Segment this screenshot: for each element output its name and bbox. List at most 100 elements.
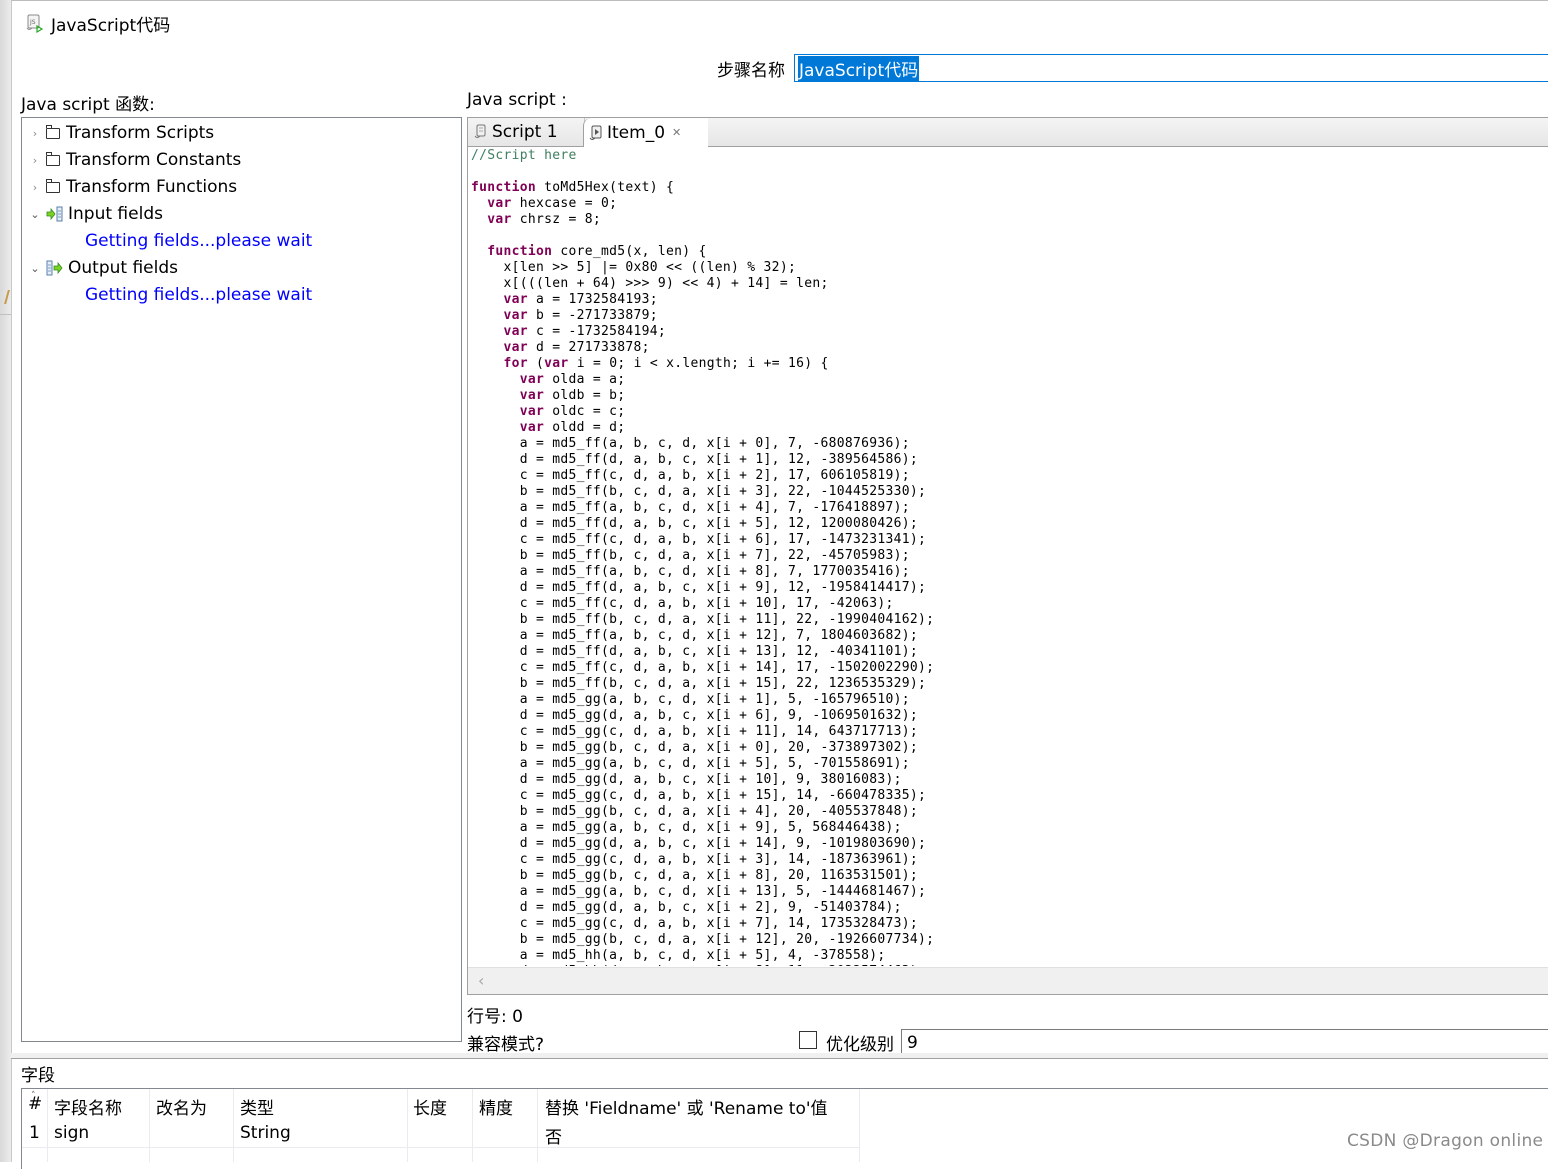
column-header-replace[interactable]: 替换 'Fieldname' 或 'Rename to'值 xyxy=(545,1094,828,1119)
code-line[interactable]: x[len >> 5] |= 0x80 << ((len) % 32); xyxy=(471,260,1548,276)
edge-divider xyxy=(0,314,11,315)
code-line[interactable]: d = md5_gg(d, a, b, c, x[i + 14], 9, -10… xyxy=(471,836,1548,852)
table-cell-index[interactable]: 1 xyxy=(29,1123,40,1143)
scroll-left-icon[interactable]: ‹ xyxy=(478,971,484,990)
code-line[interactable]: var chrsz = 8; xyxy=(471,212,1548,228)
code-line[interactable]: c = md5_gg(c, d, a, b, x[i + 11], 14, 64… xyxy=(471,724,1548,740)
step-name-value: JavaScript代码 xyxy=(798,55,920,81)
code-line[interactable]: c = md5_gg(c, d, a, b, x[i + 3], 14, -18… xyxy=(471,852,1548,868)
code-line[interactable]: c = md5_ff(c, d, a, b, x[i + 10], 17, -4… xyxy=(471,596,1548,612)
code-line[interactable]: a = md5_hh(a, b, c, d, x[i + 5], 4, -378… xyxy=(471,948,1548,964)
code-line[interactable]: a = md5_ff(a, b, c, d, x[i + 0], 7, -680… xyxy=(471,436,1548,452)
code-line[interactable]: c = md5_ff(c, d, a, b, x[i + 2], 17, 606… xyxy=(471,468,1548,484)
code-keyword: var xyxy=(519,404,545,419)
script-tab-strip: Script 1 Item_0 ✕ xyxy=(468,118,1548,147)
code-line[interactable]: b = md5_gg(b, c, d, a, x[i + 0], 20, -37… xyxy=(471,740,1548,756)
compatibility-mode-checkbox[interactable] xyxy=(799,1031,817,1049)
code-line[interactable]: c = md5_ff(c, d, a, b, x[i + 6], 17, -14… xyxy=(471,532,1548,548)
code-line[interactable]: function core_md5(x, len) { xyxy=(471,244,1548,260)
code-line[interactable]: a = md5_gg(a, b, c, d, x[i + 1], 5, -165… xyxy=(471,692,1548,708)
column-separator xyxy=(859,1089,860,1162)
chevron-right-icon[interactable]: › xyxy=(28,126,42,140)
tab-item-0[interactable]: Item_0 ✕ xyxy=(583,118,708,147)
code-line[interactable]: a = md5_ff(a, b, c, d, x[i + 12], 7, 180… xyxy=(471,628,1548,644)
edge-glyph xyxy=(4,290,10,304)
tab-label: Script 1 xyxy=(492,122,558,142)
functions-tree[interactable]: › Transform Scripts › Transform Constant… xyxy=(21,117,462,1042)
code-line[interactable]: d = md5_gg(d, a, b, c, x[i + 10], 9, 380… xyxy=(471,772,1548,788)
column-separator xyxy=(407,1089,408,1162)
code-line[interactable]: b = md5_ff(b, c, d, a, x[i + 11], 22, -1… xyxy=(471,612,1548,628)
code-line[interactable]: d = md5_ff(d, a, b, c, x[i + 5], 12, 120… xyxy=(471,516,1548,532)
column-header-field-name[interactable]: 字段名称 xyxy=(54,1094,122,1119)
horizontal-scrollbar[interactable]: ‹ xyxy=(468,967,1548,994)
code-line[interactable] xyxy=(471,164,1548,180)
step-name-input[interactable]: JavaScript代码 xyxy=(794,54,1548,82)
tree-item-input-fields[interactable]: ⌄ Input fields xyxy=(28,201,163,227)
tree-item-transform-functions[interactable]: › Transform Functions xyxy=(28,174,237,200)
code-line[interactable]: for (var i = 0; i < x.length; i += 16) { xyxy=(471,356,1548,372)
optimization-level-input[interactable]: 9 xyxy=(901,1029,1548,1055)
table-cell-type[interactable]: String xyxy=(240,1123,291,1143)
code-line[interactable]: d = md5_gg(d, a, b, c, x[i + 2], 9, -514… xyxy=(471,900,1548,916)
code-line[interactable]: a = md5_ff(a, b, c, d, x[i + 8], 7, 1770… xyxy=(471,564,1548,580)
code-line[interactable]: a = md5_gg(a, b, c, d, x[i + 9], 5, 5684… xyxy=(471,820,1548,836)
table-cell-replace[interactable]: 否 xyxy=(545,1123,562,1148)
code-line[interactable]: c = md5_ff(c, d, a, b, x[i + 14], 17, -1… xyxy=(471,660,1548,676)
code-line[interactable]: b = md5_ff(b, c, d, a, x[i + 7], 22, -45… xyxy=(471,548,1548,564)
code-line[interactable]: var oldd = d; xyxy=(471,420,1548,436)
code-line[interactable]: var oldc = c; xyxy=(471,404,1548,420)
close-tab-icon[interactable]: ✕ xyxy=(672,126,681,139)
code-line[interactable]: var a = 1732584193; xyxy=(471,292,1548,308)
code-line[interactable]: a = md5_gg(a, b, c, d, x[i + 5], 5, -701… xyxy=(471,756,1548,772)
code-line[interactable]: b = md5_gg(b, c, d, a, x[i + 12], 20, -1… xyxy=(471,932,1548,948)
chevron-down-icon[interactable]: ⌄ xyxy=(28,207,42,221)
tree-item-label: Transform Scripts xyxy=(66,123,215,143)
code-line[interactable]: var oldb = b; xyxy=(471,388,1548,404)
code-line[interactable]: a = md5_gg(a, b, c, d, x[i + 13], 5, -14… xyxy=(471,884,1548,900)
code-keyword: var xyxy=(544,356,569,371)
tree-item-output-fields[interactable]: ⌄ Output fields xyxy=(28,255,178,281)
tab-label: Item_0 xyxy=(607,122,666,143)
chevron-right-icon[interactable]: › xyxy=(28,153,42,167)
folder-icon xyxy=(46,124,60,139)
code-keyword: var xyxy=(503,340,528,355)
code-line[interactable]: var c = -1732584194; xyxy=(471,324,1548,340)
code-line[interactable]: var b = -271733879; xyxy=(471,308,1548,324)
code-line[interactable]: d = md5_gg(d, a, b, c, x[i + 6], 9, -106… xyxy=(471,708,1548,724)
optimization-level-label: 优化级别 xyxy=(826,1035,894,1055)
tree-item-transform-scripts[interactable]: › Transform Scripts xyxy=(28,120,214,146)
code-line[interactable]: x[(((len + 64) >>> 9) << 4) + 14] = len; xyxy=(471,276,1548,292)
code-line[interactable]: var olda = a; xyxy=(471,372,1548,388)
column-header-rename-to[interactable]: 改名为 xyxy=(156,1094,207,1119)
code-line[interactable]: var hexcase = 0; xyxy=(471,196,1548,212)
code-line[interactable]: a = md5_ff(a, b, c, d, x[i + 4], 7, -176… xyxy=(471,500,1548,516)
code-line[interactable]: d = md5_ff(d, a, b, c, x[i + 1], 12, -38… xyxy=(471,452,1548,468)
code-line[interactable] xyxy=(471,228,1548,244)
code-keyword: var xyxy=(487,212,512,227)
code-line[interactable]: b = md5_ff(b, c, d, a, x[i + 15], 22, 12… xyxy=(471,676,1548,692)
code-line[interactable]: b = md5_gg(b, c, d, a, x[i + 8], 20, 116… xyxy=(471,868,1548,884)
code-line[interactable]: c = md5_gg(c, d, a, b, x[i + 15], 14, -6… xyxy=(471,788,1548,804)
step-name-label: 步骤名称 xyxy=(717,61,785,81)
code-line[interactable]: d = md5_hh(d, a, b, c, x[i + 8], 11, -20… xyxy=(471,964,1548,966)
column-header-precision[interactable]: 精度 xyxy=(479,1094,513,1119)
code-line[interactable]: d = md5_ff(d, a, b, c, x[i + 13], 12, -4… xyxy=(471,644,1548,660)
chevron-right-icon[interactable]: › xyxy=(28,180,42,194)
script-code-editor[interactable]: //Script here function toMd5Hex(text) { v… xyxy=(471,148,1548,966)
tree-item-transform-constants[interactable]: › Transform Constants xyxy=(28,147,241,173)
column-separator xyxy=(47,1089,48,1162)
tab-script-1[interactable]: Script 1 xyxy=(470,118,585,146)
code-line[interactable]: //Script here xyxy=(471,148,1548,164)
code-line[interactable]: function toMd5Hex(text) { xyxy=(471,180,1548,196)
column-header-type[interactable]: 类型 xyxy=(240,1094,274,1119)
code-line[interactable]: b = md5_gg(b, c, d, a, x[i + 4], 20, -40… xyxy=(471,804,1548,820)
code-line[interactable]: b = md5_ff(b, c, d, a, x[i + 3], 22, -10… xyxy=(471,484,1548,500)
code-line[interactable]: d = md5_ff(d, a, b, c, x[i + 9], 12, -19… xyxy=(471,580,1548,596)
column-header-length[interactable]: 长度 xyxy=(413,1094,447,1119)
table-cell-field-name[interactable]: sign xyxy=(54,1123,89,1143)
code-line[interactable]: var d = 271733878; xyxy=(471,340,1548,356)
column-header-index[interactable]: # xyxy=(28,1094,42,1114)
chevron-down-icon[interactable]: ⌄ xyxy=(28,261,42,275)
code-line[interactable]: c = md5_gg(c, d, a, b, x[i + 7], 14, 173… xyxy=(471,916,1548,932)
